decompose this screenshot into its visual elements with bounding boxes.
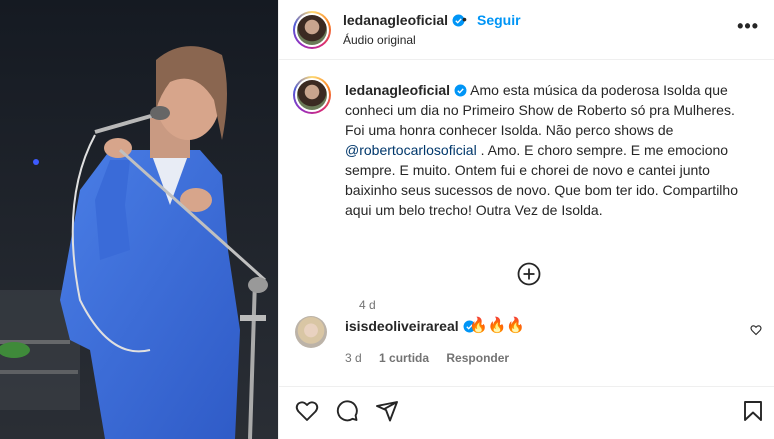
reply-button[interactable]: Responder (446, 351, 509, 365)
author-avatar[interactable] (293, 11, 331, 49)
commenter-avatar[interactable] (295, 316, 327, 348)
audio-label[interactable]: Áudio original (343, 33, 416, 47)
commenter-username-text[interactable]: isisdeoliveirareal (345, 318, 459, 334)
heart-icon[interactable] (295, 399, 319, 423)
verified-icon (454, 84, 467, 97)
comment-text: 🔥🔥🔥 (469, 317, 526, 334)
comment-timestamp: 3 d (345, 351, 362, 365)
comment-icon[interactable] (335, 399, 359, 423)
load-more-comments-icon[interactable] (517, 262, 541, 286)
commenter-username[interactable]: isisdeoliveirareal (345, 318, 476, 334)
action-bar (279, 386, 774, 439)
bookmark-icon[interactable] (741, 399, 765, 423)
caption-timestamp: 4 d (359, 298, 376, 312)
more-options-icon[interactable]: ••• (737, 16, 759, 37)
author-username[interactable]: ledanagleoficial (343, 12, 465, 28)
share-icon[interactable] (375, 399, 399, 423)
performer-image (0, 0, 278, 439)
caption-author-text[interactable]: ledanagleoficial (345, 82, 450, 98)
caption-text: ledanagleoficial Amo esta música da pode… (345, 80, 755, 220)
post-panel: ledanagleoficial • Seguir Áudio original… (278, 0, 774, 439)
comment-likes[interactable]: 1 curtida (379, 351, 429, 365)
comment-like-icon[interactable] (750, 324, 762, 336)
comment-meta: 3 d 1 curtida Responder (345, 351, 523, 365)
caption-author-avatar[interactable] (293, 76, 331, 114)
caption-mention[interactable]: @robertocarlosoficial (345, 142, 477, 158)
author-username-text[interactable]: ledanagleoficial (343, 12, 448, 28)
post-media[interactable] (0, 0, 278, 439)
caption-author[interactable]: ledanagleoficial (345, 82, 467, 98)
post-header: ledanagleoficial • Seguir Áudio original… (279, 0, 774, 60)
separator-dot: • (462, 11, 467, 27)
follow-button[interactable]: Seguir (477, 12, 521, 28)
